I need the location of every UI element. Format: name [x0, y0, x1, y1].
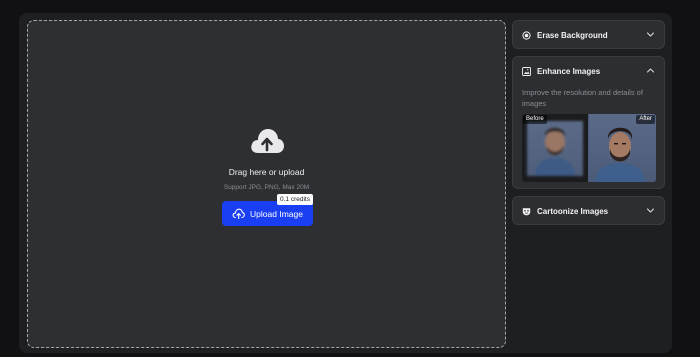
chevron-up-icon[interactable] — [646, 67, 655, 74]
cartoonize-images-panel: Cartoonize Images — [512, 196, 665, 225]
before-image: Before — [522, 114, 588, 182]
cloud-upload-small-icon — [232, 208, 245, 219]
before-tag: Before — [523, 115, 547, 124]
after-tag: After — [636, 115, 655, 124]
app-container: Drag here or upload Support JPG, PNG, Ma… — [19, 13, 672, 353]
supported-formats: Support JPG, PNG, Max 20M — [223, 184, 310, 191]
erase-background-icon — [522, 30, 531, 40]
credits-badge: 0.1 credits — [277, 194, 313, 205]
cartoonize-images-title: Cartoonize Images — [537, 206, 609, 216]
erase-background-title: Erase Background — [537, 30, 608, 40]
blurred-portrait-illustration — [535, 128, 575, 176]
cloud-upload-icon — [251, 129, 284, 153]
drag-instruction: Drag here or upload — [228, 167, 305, 177]
enhance-description: Improve the resolution and details of im… — [522, 88, 643, 108]
upload-dropzone[interactable]: Drag here or upload Support JPG, PNG, Ma… — [27, 20, 506, 348]
upload-button-label: Upload Image — [250, 208, 303, 219]
erase-background-header[interactable]: Erase Background — [513, 21, 664, 49]
chevron-down-icon[interactable] — [646, 207, 655, 214]
sharp-portrait-illustration — [595, 127, 645, 182]
enhance-images-title: Enhance Images — [537, 66, 601, 76]
chevron-down-icon[interactable] — [646, 31, 655, 38]
enhance-images-panel: Enhance Images Improve the resolution an… — [512, 56, 665, 189]
before-after-preview: Before After — [522, 114, 656, 182]
cartoonize-images-header[interactable]: Cartoonize Images — [513, 197, 664, 225]
enhance-images-header[interactable]: Enhance Images — [513, 57, 664, 85]
enhance-image-icon — [522, 66, 531, 76]
cartoon-face-icon — [522, 207, 531, 215]
after-image: After — [589, 114, 656, 182]
erase-background-panel: Erase Background — [512, 20, 665, 49]
